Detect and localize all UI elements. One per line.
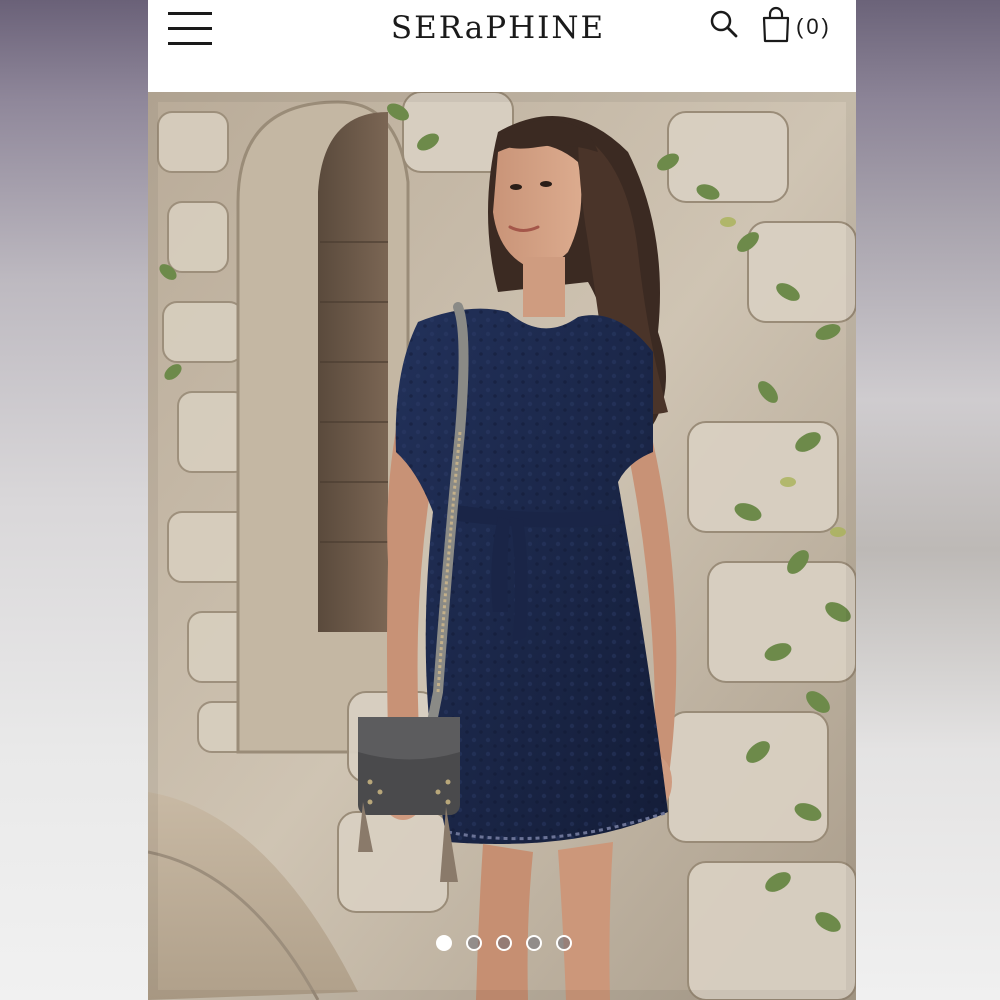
cart-button[interactable]: (0) bbox=[760, 6, 840, 46]
carousel-pagination bbox=[436, 935, 576, 959]
product-image[interactable] bbox=[148, 92, 856, 1000]
shopping-bag-icon bbox=[762, 6, 790, 43]
blurred-backdrop-right bbox=[856, 0, 1000, 1000]
blurred-backdrop-left bbox=[0, 0, 148, 1000]
brand-logo[interactable]: SERaPHINE bbox=[373, 6, 623, 50]
carousel-dot[interactable] bbox=[436, 935, 452, 951]
menu-button[interactable] bbox=[166, 10, 214, 48]
carousel-dot[interactable] bbox=[556, 935, 572, 951]
cart-count-badge: (0) bbox=[796, 14, 832, 39]
carousel-dot[interactable] bbox=[526, 935, 542, 951]
product-photo-illustration bbox=[148, 92, 856, 1000]
carousel-dot[interactable] bbox=[466, 935, 482, 951]
mobile-page: SERaPHINE (0) bbox=[148, 0, 856, 1000]
carousel-dot[interactable] bbox=[496, 935, 512, 951]
search-icon bbox=[710, 10, 738, 38]
site-header: SERaPHINE (0) bbox=[148, 0, 856, 92]
search-button[interactable] bbox=[708, 8, 742, 42]
